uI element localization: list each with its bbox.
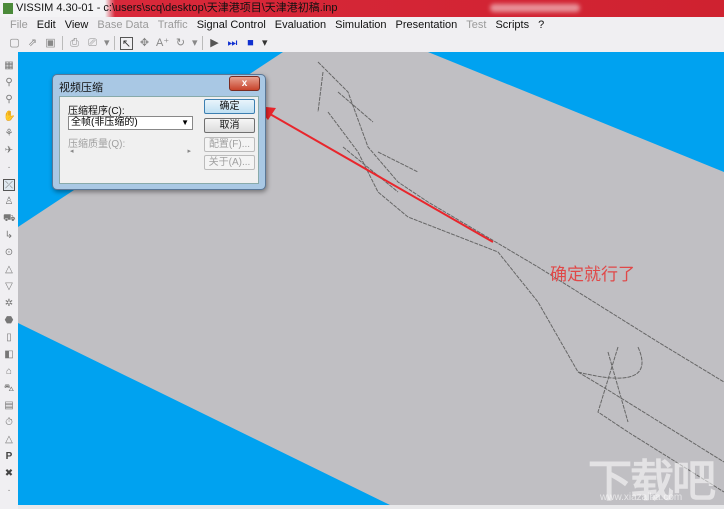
menu-item-scripts[interactable]: Scripts — [495, 19, 529, 31]
dialog-body: 压缩程序(C): 全帧(非压缩的) ▼ 压缩质量(Q): ◂ ▸ 确定 取消 配… — [59, 96, 259, 184]
app-icon — [3, 3, 13, 14]
routes-icon[interactable]: ↳ — [3, 230, 15, 242]
chevron-down-icon: ▼ — [181, 118, 189, 127]
travel-time-icon[interactable]: ⏱ — [3, 417, 15, 429]
zoom-out-icon[interactable]: ⚲ — [3, 94, 15, 106]
menu-item-presentation[interactable]: Presentation — [396, 19, 458, 31]
annotation-text: 确定就行了 — [550, 265, 635, 284]
menu-item-evaluation[interactable]: Evaluation — [275, 19, 326, 31]
print-preview-icon[interactable]: ⎙ — [68, 37, 81, 50]
pan-hand-icon[interactable]: ✋ — [3, 111, 15, 123]
transit-stop-icon[interactable]: ⌂ — [3, 366, 15, 378]
yield-icon[interactable]: ▽ — [3, 281, 15, 293]
dialog-title: 视频压缩 — [59, 82, 103, 94]
more-icon[interactable]: · — [3, 485, 15, 497]
cancel-button[interactable]: 取消 — [204, 118, 255, 133]
menu-item-simulation[interactable]: Simulation — [335, 19, 386, 31]
about-button[interactable]: 关于(A)... — [204, 155, 255, 170]
links-icon[interactable]: ⤫ — [3, 179, 15, 191]
compressor-value: 全帧(非压缩的) — [71, 117, 138, 128]
save-icon[interactable]: ▣ — [44, 37, 57, 50]
slider-left-icon: ◂ — [70, 148, 74, 155]
stop-sign-icon[interactable]: ⬣ — [3, 315, 15, 327]
more-icon[interactable]: · — [3, 162, 15, 174]
rotate-icon[interactable]: ✥ — [138, 37, 151, 50]
vehicle-input-icon[interactable]: ⛟ — [3, 213, 16, 225]
dropdown-icon[interactable]: ▾ — [192, 37, 198, 50]
detector-icon[interactable]: ◧ — [3, 349, 15, 361]
select-pointer-icon[interactable]: ↖ — [120, 36, 133, 50]
bus-icon[interactable]: ⛍ — [3, 383, 15, 395]
step-icon[interactable]: ⏭ — [226, 37, 239, 50]
pedestrian-icon[interactable]: ♙ — [3, 196, 15, 208]
conflict-icon[interactable]: ✲ — [3, 298, 15, 310]
ok-button[interactable]: 确定 — [204, 99, 255, 114]
separator — [202, 36, 203, 50]
quality-slider[interactable]: ◂ ▸ — [68, 148, 193, 155]
compressor-select[interactable]: 全帧(非压缩的) ▼ — [68, 116, 193, 130]
refresh-icon[interactable]: ↻ — [174, 37, 187, 50]
queue-icon[interactable]: △ — [3, 434, 15, 446]
stop-icon[interactable]: ■ — [244, 37, 257, 50]
zoom-in-icon[interactable]: A⁺ — [156, 37, 169, 50]
menu-item-view[interactable]: View — [65, 19, 89, 31]
dropdown-icon[interactable]: ▾ — [262, 37, 268, 50]
play-icon[interactable]: ▶ — [208, 37, 221, 50]
quality-label: 压缩质量(Q): — [68, 139, 126, 150]
print-icon[interactable]: ⎚ — [86, 37, 99, 50]
window-title: VISSIM 4.30-01 - c:\users\scq\desktop\天津… — [16, 2, 338, 14]
status-bar — [18, 505, 724, 509]
menu-item-help[interactable]: ? — [538, 19, 544, 31]
left-toolbar: ▦ ⚲ ⚲ ✋ ⚘ ✈ · ⤫ ♙ ⛟ ↳ ⊙ △ ▽ ✲ ⬣ ▯ ◧ ⌂ ⛍ … — [0, 52, 18, 509]
menu-item-traffic[interactable]: Traffic — [158, 19, 188, 31]
zoom-icon[interactable]: ⚲ — [3, 77, 15, 89]
watermark-url: www.xiazaiba.com — [600, 492, 683, 503]
separator — [114, 36, 115, 50]
menu-item-file[interactable]: File — [10, 19, 28, 31]
menu-bar: File Edit View Base Data Traffic Signal Contr… — [0, 17, 724, 34]
close-button[interactable]: x — [229, 76, 260, 91]
dropdown-icon[interactable]: ▾ — [104, 37, 110, 50]
new-icon[interactable]: ▢ — [8, 37, 21, 50]
configure-button[interactable]: 配置(F)... — [204, 137, 255, 152]
blurred-title-area — [490, 4, 580, 12]
compressor-label: 压缩程序(C): — [68, 106, 125, 117]
speed-limit-icon[interactable]: ⊙ — [3, 247, 15, 259]
signal-head-icon[interactable]: ▯ — [3, 332, 15, 344]
menu-item-edit[interactable]: Edit — [37, 19, 56, 31]
separator — [62, 36, 63, 50]
slider-right-icon: ▸ — [187, 148, 191, 155]
warning-icon[interactable]: △ — [3, 264, 15, 276]
menu-item-test[interactable]: Test — [466, 19, 486, 31]
video-compression-dialog: 视频压缩 x 压缩程序(C): 全帧(非压缩的) ▼ 压缩质量(Q): ◂ ▸ … — [52, 74, 266, 190]
menu-item-signal-control[interactable]: Signal Control — [197, 19, 266, 31]
plane-icon[interactable]: ✈ — [3, 145, 15, 157]
node-icon[interactable]: ⚘ — [3, 128, 15, 140]
title-bar: VISSIM 4.30-01 - c:\users\scq\desktop\天津… — [0, 0, 724, 17]
open-icon[interactable]: ⇗ — [26, 37, 39, 50]
menu-item-base-data[interactable]: Base Data — [97, 19, 148, 31]
toolbar: ▢ ⇗ ▣ ⎙ ⎚ ▾ ↖ ✥ A⁺ ↻ ▾ ▶ ⏭ ■ ▾ — [0, 34, 724, 52]
cross-links-icon[interactable]: ✖ — [3, 468, 15, 480]
measurement-icon[interactable]: ▤ — [3, 400, 15, 412]
map-icon[interactable]: ▦ — [3, 60, 15, 72]
parking-icon[interactable]: P — [3, 451, 15, 463]
